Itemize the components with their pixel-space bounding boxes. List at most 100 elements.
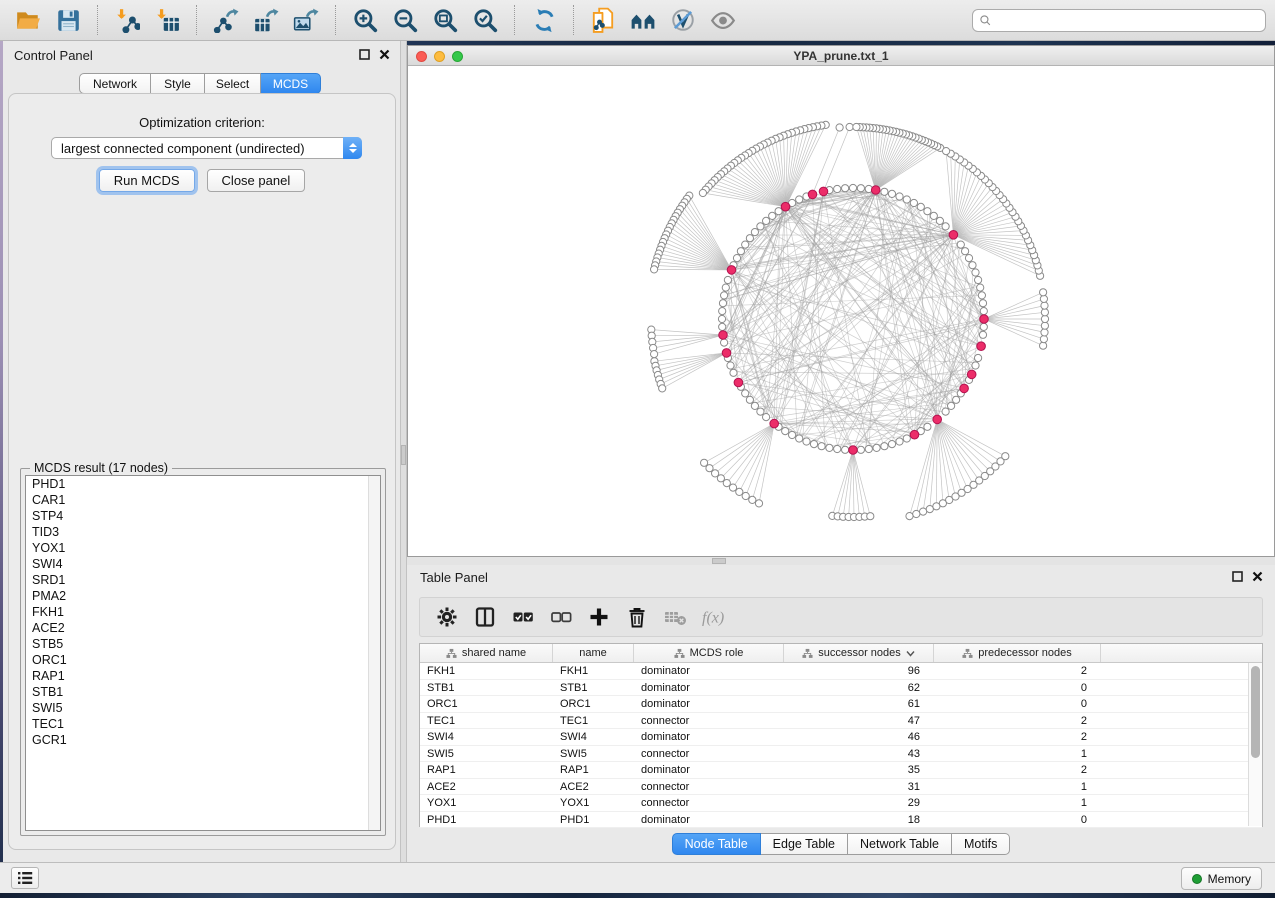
- search-input[interactable]: [997, 11, 1259, 30]
- delete-columns-icon: [625, 605, 649, 629]
- cell-predecessor-nodes: 0: [934, 696, 1101, 712]
- create-column-button[interactable]: [582, 601, 616, 633]
- table-row[interactable]: FKH1FKH1dominator962: [420, 663, 1262, 680]
- mcds-result-node: CAR1: [26, 492, 380, 508]
- table-panel-float-button[interactable]: [1231, 570, 1243, 582]
- table-row[interactable]: SWI5SWI5connector431: [420, 746, 1262, 763]
- cell-MCDS-role: connector: [634, 746, 784, 762]
- table-body: FKH1FKH1dominator962STB1STB1dominator620…: [420, 663, 1262, 828]
- zoom-selected-button[interactable]: [470, 5, 500, 35]
- delete-columns-button[interactable]: [620, 601, 654, 633]
- toolbar-separator: [573, 5, 574, 35]
- optimization-criterion-dropdown[interactable]: largest connected component (undirected): [51, 137, 362, 159]
- table-row[interactable]: STB1STB1dominator620: [420, 680, 1262, 697]
- table-scrollbar[interactable]: [1248, 663, 1262, 826]
- run-mcds-button[interactable]: Run MCDS: [99, 169, 195, 192]
- cell-shared-name: ACE2: [420, 779, 553, 795]
- mcds-tab-content: Optimization criterion: largest connecte…: [8, 93, 396, 850]
- vizmapper-toggle-button[interactable]: [668, 5, 698, 35]
- function-builder-icon: f(x): [701, 605, 725, 629]
- table-row[interactable]: ORC1ORC1dominator610: [420, 696, 1262, 713]
- tab-style[interactable]: Style: [151, 73, 205, 94]
- cell-predecessor-nodes: 1: [934, 746, 1101, 762]
- mcds-result-node: SWI4: [26, 556, 380, 572]
- table-panel-close-button[interactable]: [1251, 570, 1263, 582]
- search-binoculars-button[interactable]: [628, 5, 658, 35]
- table-row[interactable]: RAP1RAP1dominator352: [420, 762, 1262, 779]
- cell-successor-nodes: 96: [784, 663, 934, 679]
- deselect-all-rows-button[interactable]: [544, 601, 578, 633]
- dropdown-stepper-icon: [343, 137, 362, 159]
- tab-motifs[interactable]: Motifs: [952, 833, 1010, 855]
- cell-MCDS-role: dominator: [634, 696, 784, 712]
- delete-table-button: [658, 601, 692, 633]
- zoom-out-button[interactable]: [390, 5, 420, 35]
- column-header-predecessor-nodes[interactable]: predecessor nodes: [934, 644, 1101, 662]
- toolbar-separator: [335, 5, 336, 35]
- import-table-button[interactable]: [152, 5, 182, 35]
- column-header-MCDS-role[interactable]: MCDS role: [634, 644, 784, 662]
- cell-shared-name: ORC1: [420, 696, 553, 712]
- splitter-grip[interactable]: [712, 558, 726, 564]
- toggle-column-panel-button[interactable]: [468, 601, 502, 633]
- table-row[interactable]: YOX1YOX1connector291: [420, 795, 1262, 812]
- mcds-result-node: STB5: [26, 636, 380, 652]
- save-session-button[interactable]: [53, 5, 83, 35]
- table-row[interactable]: PHD1PHD1dominator180: [420, 812, 1262, 829]
- zoom-in-button[interactable]: [350, 5, 380, 35]
- tab-node-table[interactable]: Node Table: [672, 833, 761, 855]
- memory-button[interactable]: Memory: [1181, 867, 1262, 890]
- refresh-layout-button[interactable]: [529, 5, 559, 35]
- zoom-selected-icon: [472, 7, 498, 33]
- zoom-fit-button[interactable]: [430, 5, 460, 35]
- tab-network[interactable]: Network: [79, 73, 151, 94]
- close-icon: [379, 49, 390, 60]
- cell-shared-name: RAP1: [420, 762, 553, 778]
- column-header-shared-name[interactable]: shared name: [420, 644, 553, 662]
- mcds-result-node: PMA2: [26, 588, 380, 604]
- table-settings-gear-button[interactable]: [430, 601, 464, 633]
- search-binoculars-icon: [630, 7, 656, 33]
- splitter-grip[interactable]: [401, 445, 406, 465]
- mcds-result-list[interactable]: PHD1CAR1STP4TID3YOX1SWI4SRD1PMA2FKH1ACE2…: [25, 475, 381, 831]
- main-toolbar: [0, 0, 1275, 41]
- task-history-button[interactable]: [11, 867, 39, 889]
- cell-successor-nodes: 31: [784, 779, 934, 795]
- control-panel-float-button[interactable]: [358, 48, 370, 60]
- column-header-successor-nodes[interactable]: successor nodes: [784, 644, 934, 662]
- mcds-list-scrollbar[interactable]: [368, 476, 380, 830]
- table-scrollbar-thumb[interactable]: [1251, 666, 1260, 758]
- table-row[interactable]: ACE2ACE2connector311: [420, 779, 1262, 796]
- network-graph[interactable]: [408, 66, 1274, 556]
- mcds-result-node: SWI5: [26, 700, 380, 716]
- table-row[interactable]: TEC1TEC1connector472: [420, 713, 1262, 730]
- open-file-button[interactable]: [13, 5, 43, 35]
- column-header-name[interactable]: name: [553, 644, 634, 662]
- tab-edge-table[interactable]: Edge Table: [761, 833, 848, 855]
- close-icon: [1252, 571, 1263, 582]
- cell-shared-name: YOX1: [420, 795, 553, 811]
- tab-network-table[interactable]: Network Table: [848, 833, 952, 855]
- tab-select[interactable]: Select: [205, 73, 261, 94]
- vertical-splitter[interactable]: [400, 41, 407, 862]
- tab-mcds[interactable]: MCDS: [261, 73, 321, 94]
- horizontal-splitter[interactable]: [407, 557, 1275, 565]
- control-panel-close-button[interactable]: [378, 48, 390, 60]
- cell-MCDS-role: dominator: [634, 680, 784, 696]
- export-network-button[interactable]: [211, 5, 241, 35]
- column-header-label: predecessor nodes: [978, 647, 1072, 659]
- close-panel-button[interactable]: Close panel: [207, 169, 306, 192]
- network-canvas[interactable]: [408, 66, 1274, 556]
- table-header-row: shared namenameMCDS rolesuccessor nodes p…: [420, 644, 1262, 663]
- import-network-button[interactable]: [112, 5, 142, 35]
- toolbar-separator: [196, 5, 197, 35]
- export-table-button[interactable]: [251, 5, 281, 35]
- table-row[interactable]: SWI4SWI4dominator462: [420, 729, 1262, 746]
- export-image-button[interactable]: [291, 5, 321, 35]
- cell-shared-name: TEC1: [420, 713, 553, 729]
- select-all-rows-button[interactable]: [506, 601, 540, 633]
- network-window-titlebar[interactable]: YPA_prune.txt_1: [408, 46, 1274, 66]
- mcds-result-node: GCR1: [26, 732, 380, 748]
- show-hide-button[interactable]: [708, 5, 738, 35]
- new-network-document-button[interactable]: [588, 5, 618, 35]
